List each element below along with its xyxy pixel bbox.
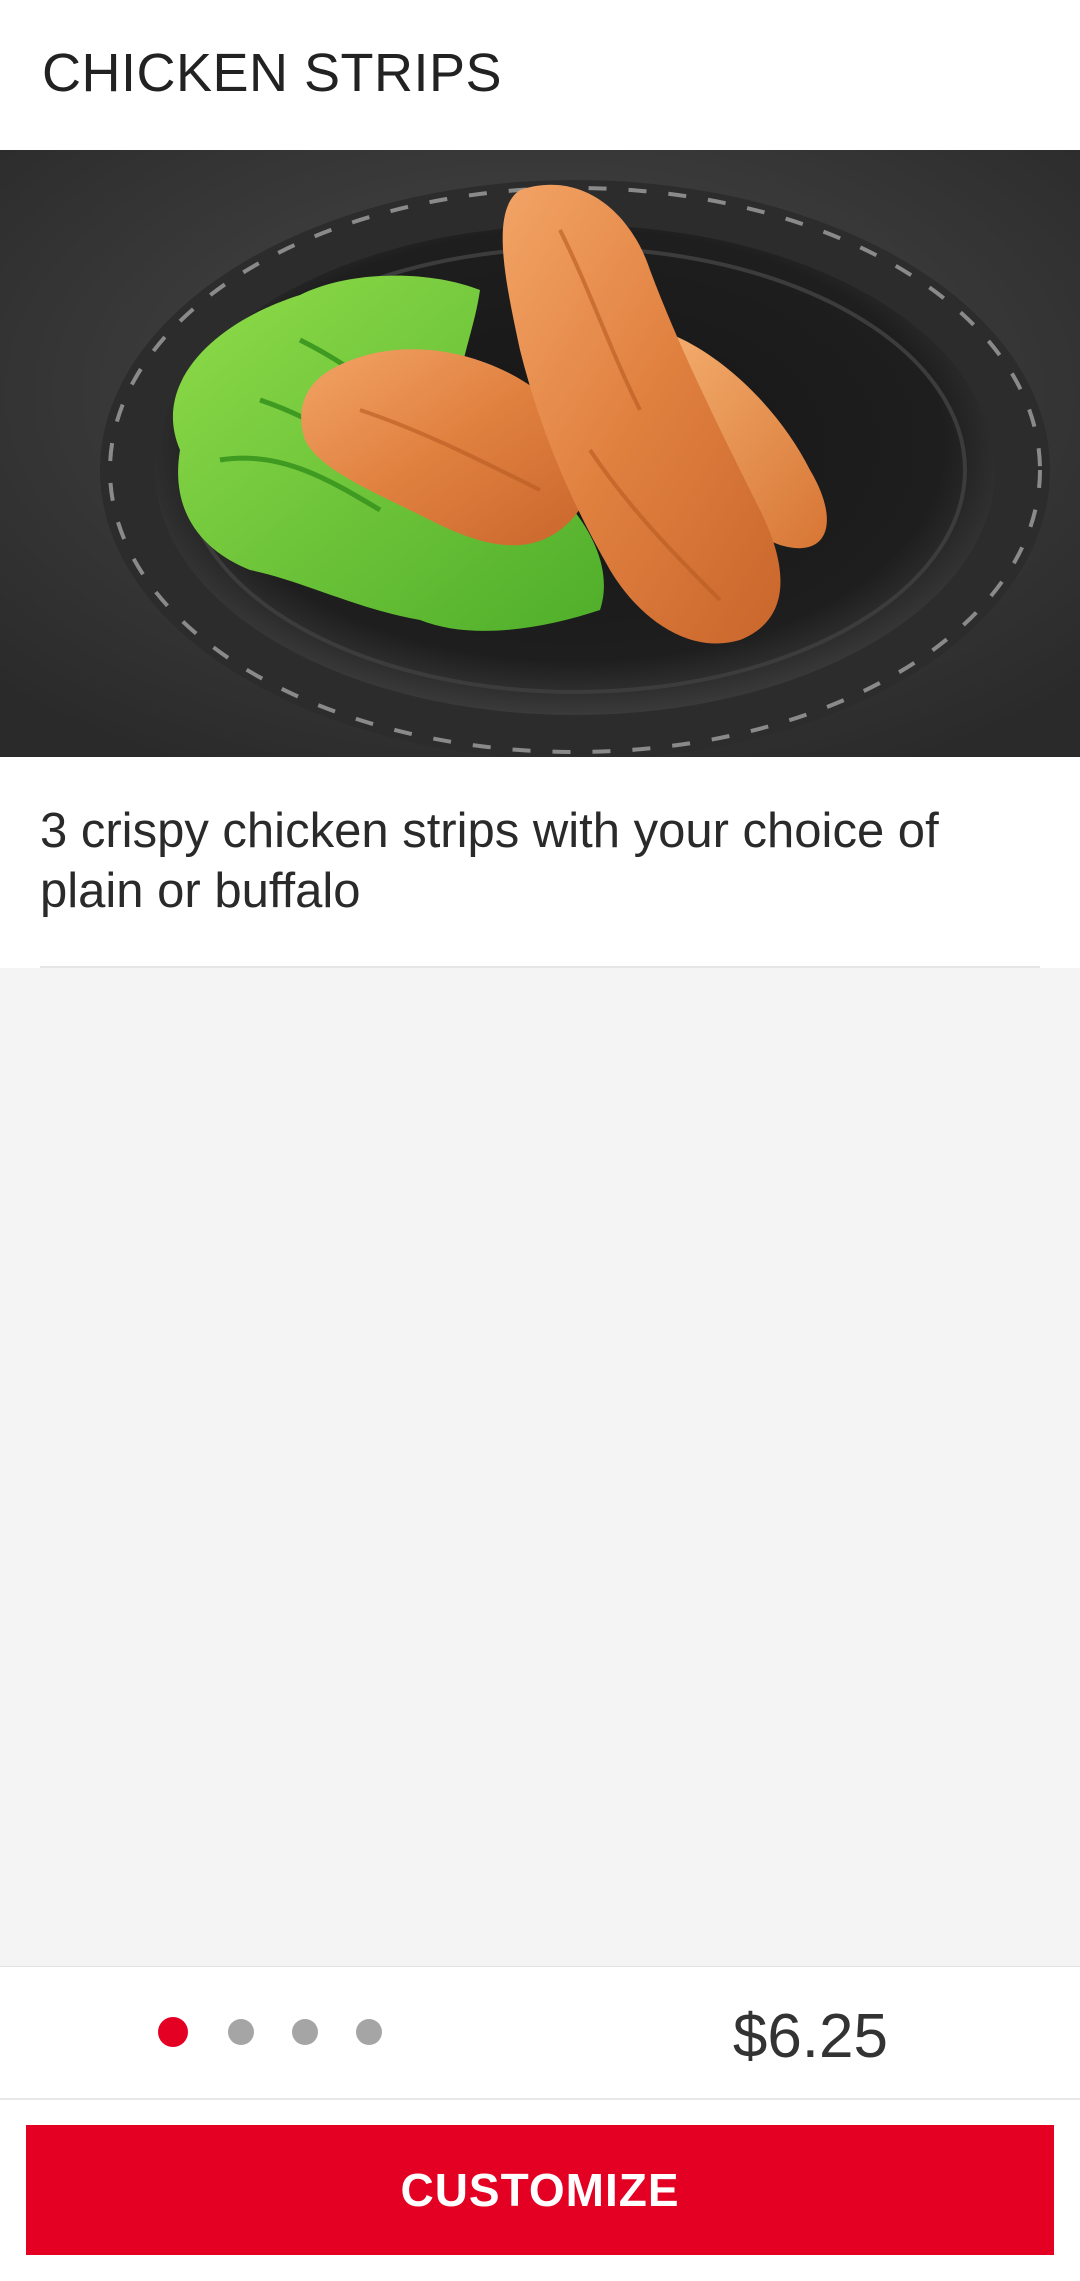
- product-image: [0, 150, 1080, 757]
- page-dot-2[interactable]: [228, 2019, 254, 2045]
- content-panel: [0, 968, 1080, 1966]
- page-dot-3[interactable]: [292, 2019, 318, 2045]
- description-section: 3 crispy chicken strips with your choice…: [0, 757, 1080, 967]
- item-description: 3 crispy chicken strips with your choice…: [40, 804, 939, 918]
- item-price: $6.25: [732, 2002, 888, 2071]
- page-dot-4[interactable]: [356, 2019, 382, 2045]
- chicken-strips-photo: [0, 150, 1080, 757]
- footer-bar: $6.25: [0, 1966, 1080, 2100]
- top-bar: CHICKEN STRIPS: [0, 0, 1080, 150]
- page-title: CHICKEN STRIPS: [42, 43, 503, 103]
- page-dot-1[interactable]: [158, 2017, 188, 2047]
- customize-button[interactable]: CUSTOMIZE: [26, 2125, 1054, 2255]
